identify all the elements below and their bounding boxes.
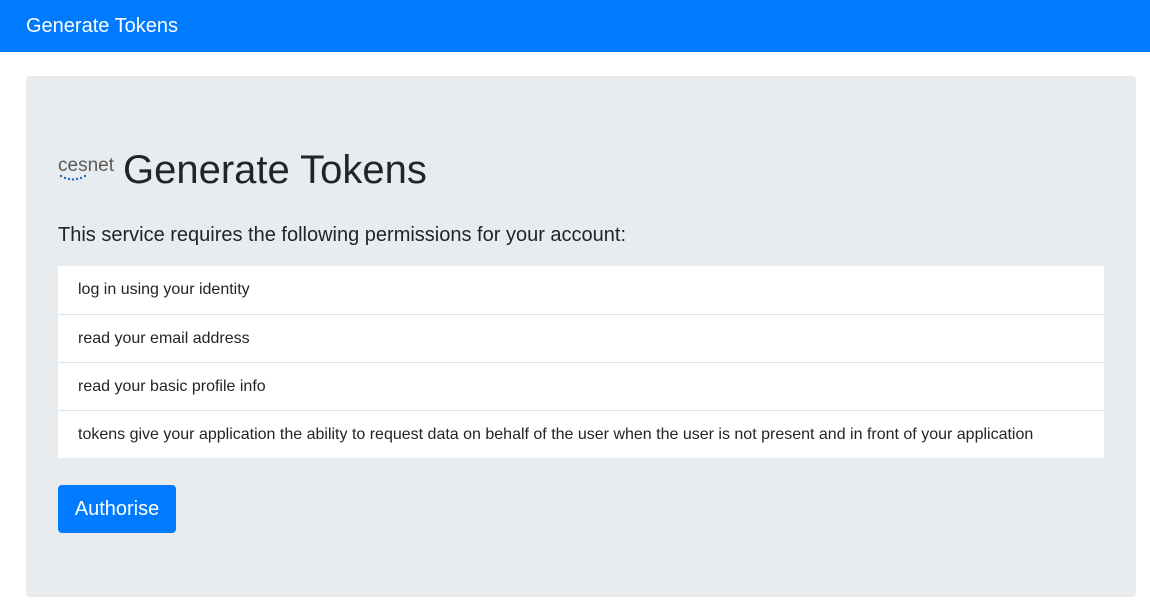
permission-item: read your email address [58, 314, 1104, 362]
navbar-brand-link[interactable]: Generate Tokens [26, 16, 178, 36]
page-heading: cesnet Generate Tokens [58, 146, 427, 194]
top-navbar: Generate Tokens [0, 0, 1150, 52]
permissions-list: log in using your identity read your ema… [58, 266, 1104, 458]
cesnet-logo: cesnet [58, 154, 119, 184]
consent-panel: cesnet Generate Tokens This service requ… [26, 76, 1136, 597]
page-title: Generate Tokens [123, 148, 427, 192]
permission-item: log in using your identity [78, 281, 250, 298]
cesnet-logo-text: cesnet [58, 155, 115, 176]
authorise-button[interactable]: Authorise [58, 485, 176, 533]
permission-item: read your basic profile info [58, 362, 1104, 410]
permission-item: tokens give your application the ability… [58, 410, 1104, 458]
permissions-intro: This service requires the following perm… [58, 224, 627, 246]
